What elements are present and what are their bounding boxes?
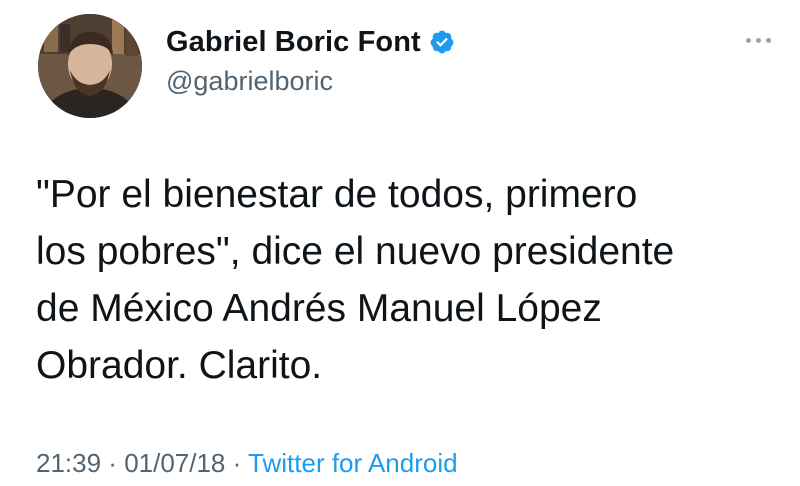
meta-separator: · bbox=[101, 448, 125, 478]
avatar[interactable] bbox=[38, 14, 142, 118]
more-options-icon[interactable] bbox=[738, 28, 778, 52]
author-handle[interactable]: @gabrielboric bbox=[166, 66, 455, 97]
meta-separator: · bbox=[225, 448, 249, 478]
verified-badge-icon bbox=[429, 29, 455, 55]
tweet-time[interactable]: 21:39 bbox=[36, 448, 101, 478]
more-dot bbox=[755, 37, 761, 43]
more-dot bbox=[745, 37, 751, 43]
tweet-card: Gabriel Boric Font @gabrielboric "Por el… bbox=[0, 0, 800, 486]
tweet-header: Gabriel Boric Font @gabrielboric bbox=[166, 22, 455, 97]
more-dot bbox=[765, 37, 771, 43]
tweet-date[interactable]: 01/07/18 bbox=[124, 448, 225, 478]
tweet-source-link[interactable]: Twitter for Android bbox=[248, 448, 458, 478]
tweet-text: "Por el bienestar de todos, primero los … bbox=[36, 173, 675, 387]
profile-photo-icon bbox=[38, 14, 142, 118]
author-display-name[interactable]: Gabriel Boric Font bbox=[166, 26, 421, 59]
tweet-metadata: 21:39 · 01/07/18 · Twitter for Android bbox=[36, 448, 458, 479]
name-row: Gabriel Boric Font bbox=[166, 22, 455, 62]
